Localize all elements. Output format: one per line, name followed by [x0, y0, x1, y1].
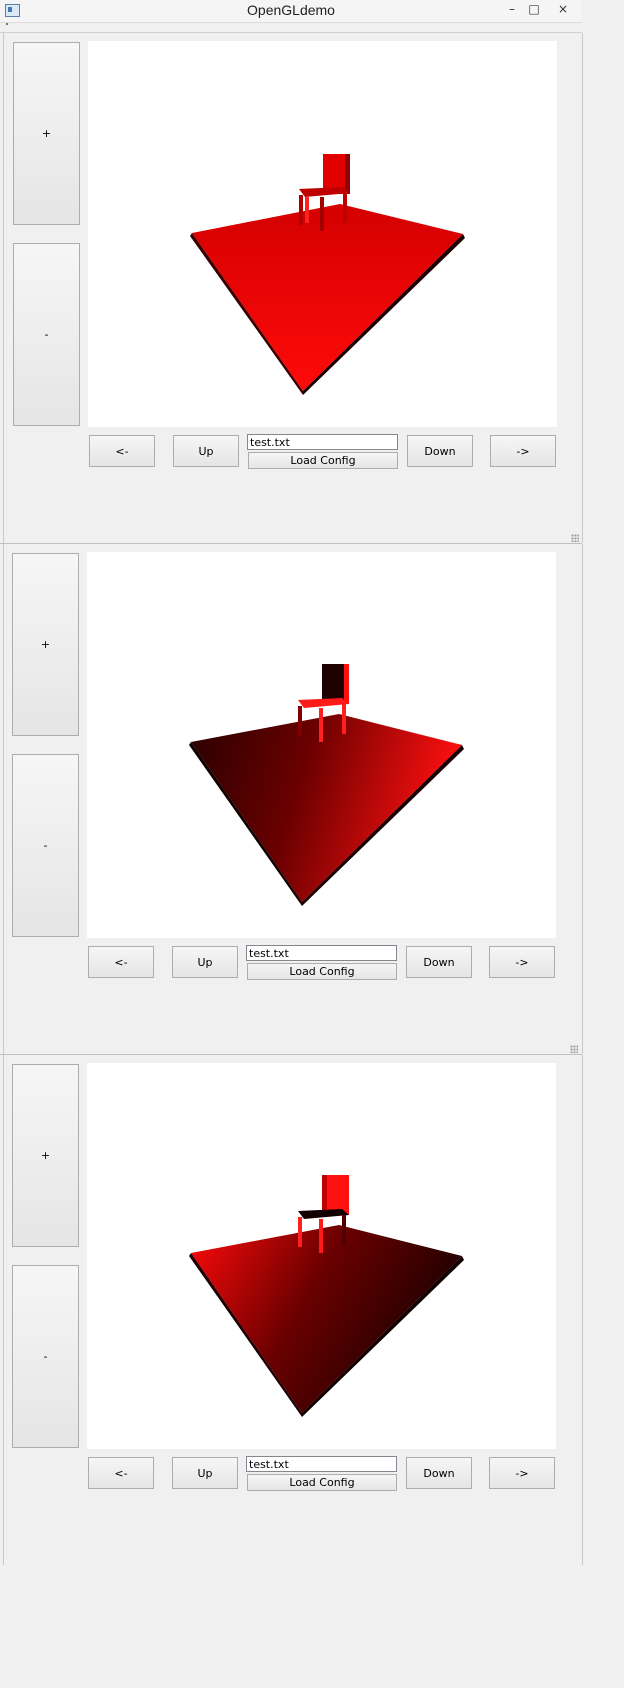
left-button[interactable]: <- — [88, 946, 154, 978]
right-button[interactable]: -> — [490, 435, 556, 467]
menu-dot-icon — [6, 23, 8, 25]
menu-bar — [0, 23, 582, 33]
load-config-button[interactable]: Load Config — [247, 1474, 397, 1491]
render-scene — [189, 664, 464, 906]
right-button[interactable]: -> — [489, 1457, 555, 1489]
close-button[interactable]: × — [548, 0, 578, 18]
zoom-out-button[interactable]: - — [13, 243, 80, 426]
minimize-button[interactable]: – — [503, 0, 521, 18]
up-button[interactable]: Up — [172, 1457, 238, 1489]
config-file-input[interactable] — [246, 945, 397, 961]
zoom-in-button[interactable]: + — [12, 553, 79, 736]
load-config-button[interactable]: Load Config — [247, 963, 397, 980]
zoom-in-button[interactable]: + — [12, 1064, 79, 1247]
floor-plane — [192, 204, 463, 391]
render-scene — [189, 1175, 464, 1417]
resize-grip-icon[interactable] — [570, 1045, 578, 1053]
render-scene — [190, 154, 465, 395]
zoom-in-button[interactable]: + — [13, 42, 80, 225]
zoom-out-button[interactable]: - — [12, 754, 79, 937]
left-button[interactable]: <- — [88, 1457, 154, 1489]
gl-viewport[interactable] — [87, 552, 556, 938]
floor-plane — [191, 1225, 462, 1413]
up-button[interactable]: Up — [172, 946, 238, 978]
maximize-button[interactable]: □ — [525, 0, 543, 18]
resize-grip-icon[interactable] — [571, 534, 579, 542]
title-bar: OpenGLdemo – □ × — [0, 0, 582, 23]
zoom-out-button[interactable]: - — [12, 1265, 79, 1448]
down-button[interactable]: Down — [406, 946, 472, 978]
load-config-button[interactable]: Load Config — [248, 452, 398, 469]
config-file-input[interactable] — [247, 434, 398, 450]
left-button[interactable]: <- — [89, 435, 155, 467]
gl-viewport[interactable] — [88, 41, 557, 427]
right-button[interactable]: -> — [489, 946, 555, 978]
up-button[interactable]: Up — [173, 435, 239, 467]
floor-plane — [191, 714, 462, 902]
window-title: OpenGLdemo — [247, 2, 335, 18]
down-button[interactable]: Down — [406, 1457, 472, 1489]
down-button[interactable]: Down — [407, 435, 473, 467]
gl-viewport[interactable] — [87, 1063, 556, 1449]
config-file-input[interactable] — [246, 1456, 397, 1472]
